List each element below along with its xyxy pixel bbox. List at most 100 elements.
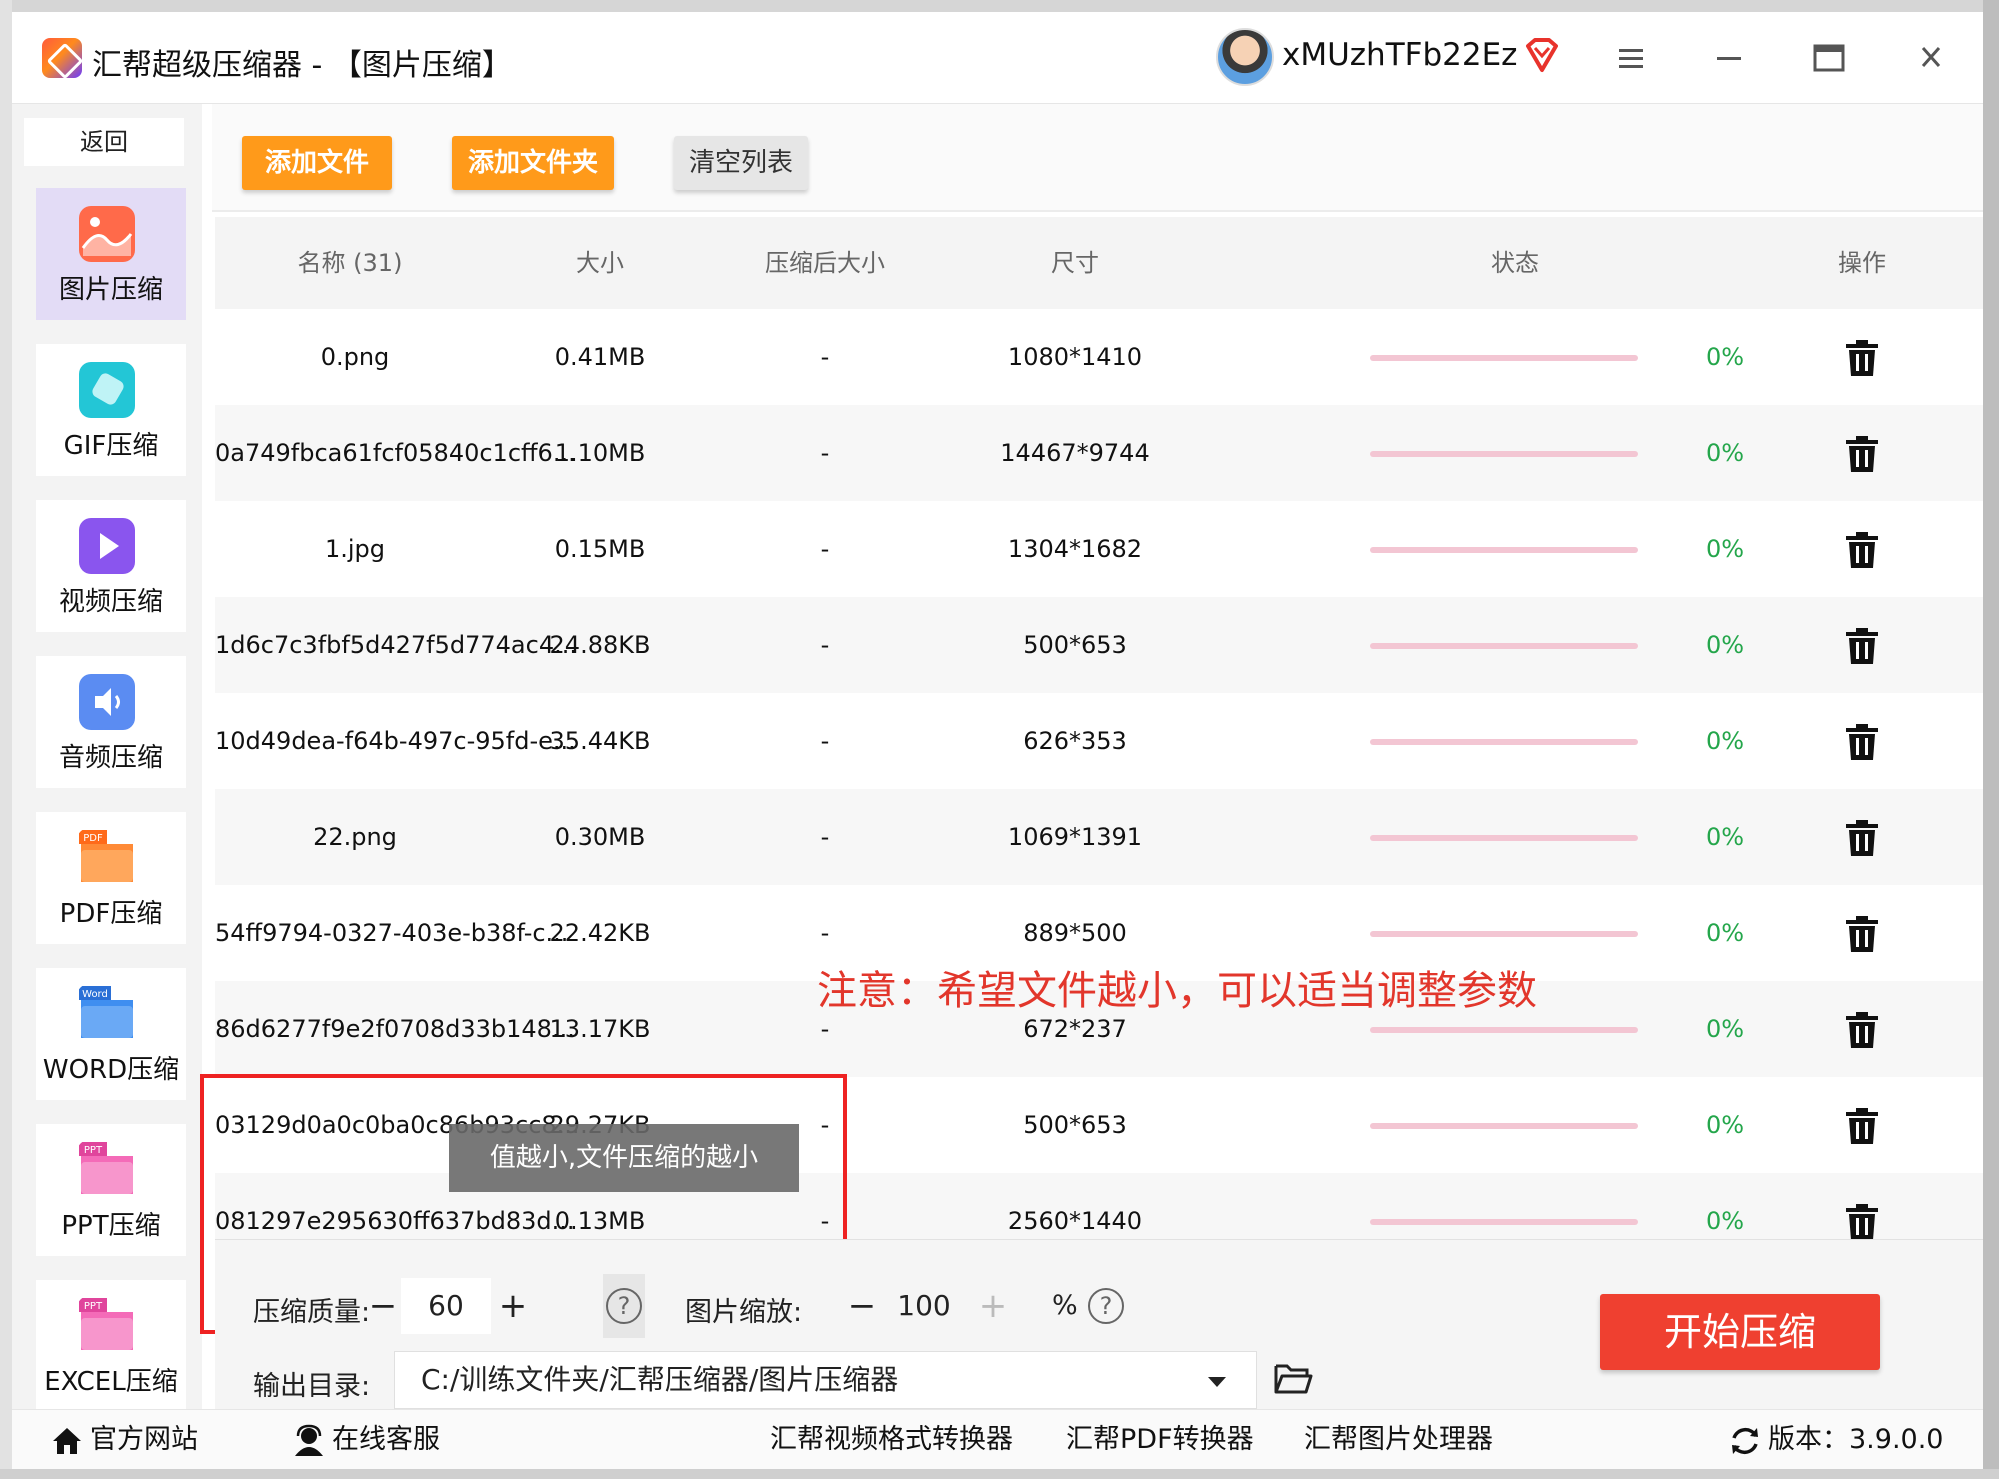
dimensions: 500*653 xyxy=(1023,1111,1127,1139)
sidebar-item-audio-compress[interactable]: 音频压缩 xyxy=(36,656,186,788)
sidebar-item-label: 音频压缩 xyxy=(58,743,163,773)
menu-icon[interactable] xyxy=(1608,40,1654,76)
trash-icon[interactable] xyxy=(1844,723,1880,761)
trash-icon[interactable] xyxy=(1844,1203,1880,1239)
scale-increase-button[interactable]: + xyxy=(973,1286,1013,1326)
trash-icon[interactable] xyxy=(1844,915,1880,953)
sidebar-item-excel-compress[interactable]: PPT EXCEL压缩 xyxy=(36,1280,186,1412)
progress-percent: 0% xyxy=(1705,631,1745,659)
file-name: 86d6277f9e2f0708d33b148... xyxy=(215,1015,575,1043)
chevron-down-icon[interactable] xyxy=(1208,1377,1226,1387)
online-service-label: 在线客服 xyxy=(332,1424,440,1455)
table-row[interactable]: 0a749fbca61fcf05840c1cff6... 1.10MB - 14467… xyxy=(215,405,1983,501)
toolbar: 添加文件 添加文件夹 清空列表 xyxy=(212,104,1983,212)
pdf-converter-link[interactable]: 汇帮PDF转换器 xyxy=(1066,1410,1254,1469)
dimensions: 626*353 xyxy=(1023,727,1127,755)
user-avatar[interactable] xyxy=(1216,28,1274,86)
file-size: 0.30MB xyxy=(554,823,646,851)
app-title: 汇帮超级压缩器 - 【图片压缩】 xyxy=(92,48,512,83)
vip-diamond-icon[interactable] xyxy=(1522,36,1562,76)
sidebar-item-ppt-compress[interactable]: PPT PPT压缩 xyxy=(36,1124,186,1256)
header-dimensions[interactable]: 尺寸 xyxy=(975,217,1175,309)
background-strip-bottom xyxy=(0,1469,1999,1479)
username[interactable]: xMUzhTFb22Ez xyxy=(1282,37,1517,73)
trash-icon[interactable] xyxy=(1844,531,1880,569)
scale-label: 图片缩放: xyxy=(685,1297,803,1328)
progress-bar xyxy=(1370,835,1638,841)
progress-bar xyxy=(1370,1123,1638,1129)
header-compressed-size[interactable]: 压缩后大小 xyxy=(715,217,935,309)
quality-help-icon[interactable]: ? xyxy=(606,1288,642,1324)
trash-icon[interactable] xyxy=(1844,1107,1880,1145)
quality-input[interactable]: 60 xyxy=(401,1278,491,1334)
official-site-label: 官方网站 xyxy=(90,1424,198,1455)
file-size: 35.44KB xyxy=(549,727,651,755)
quality-decrease-button[interactable]: − xyxy=(363,1286,403,1326)
file-name: 54ff9794-0327-403e-b38f-c... xyxy=(215,919,569,947)
scale-unit: % xyxy=(1052,1290,1078,1321)
scale-input[interactable]: 100 xyxy=(879,1278,969,1334)
video-icon xyxy=(79,518,135,574)
excel-icon: PPT xyxy=(79,1298,133,1350)
sidebar-item-label: 视频压缩 xyxy=(58,587,163,617)
gif-icon xyxy=(79,362,135,418)
back-button[interactable]: 返回 xyxy=(24,118,184,166)
table-row[interactable]: 10d49dea-f64b-497c-95fd-e... 35.44KB - 626*… xyxy=(215,693,1983,789)
sidebar-item-label: EXCEL压缩 xyxy=(44,1367,178,1397)
version-info[interactable]: 版本：3.9.0.0 xyxy=(1728,1410,1943,1469)
refresh-icon xyxy=(1732,1427,1758,1454)
file-name: 0a749fbca61fcf05840c1cff6... xyxy=(215,439,576,467)
progress-bar xyxy=(1370,1027,1638,1033)
ppt-badge: PPT xyxy=(84,1145,103,1156)
table-row[interactable]: 22.png 0.30MB - 1069*1391 0% xyxy=(215,789,1983,885)
scale-help-icon[interactable]: ? xyxy=(1088,1288,1124,1324)
add-folder-button[interactable]: 添加文件夹 xyxy=(452,136,614,190)
table-header: 名称 (31) 大小 压缩后大小 尺寸 状态 操作 xyxy=(215,217,1983,309)
start-compress-button[interactable]: 开始压缩 xyxy=(1600,1294,1880,1370)
video-converter-link[interactable]: 汇帮视频格式转换器 xyxy=(770,1410,1013,1469)
settings-panel: 压缩质量: − 60 + ? 图片缩放: − 100 + % ? 开始压缩 输出… xyxy=(215,1239,1983,1409)
sidebar-item-image-compress[interactable]: 图片压缩 xyxy=(36,188,186,320)
compressed-size: - xyxy=(820,823,830,851)
dimensions: 1304*1682 xyxy=(1007,535,1143,563)
output-dir-select[interactable]: C:/训练文件夹/汇帮压缩器/图片压缩器 xyxy=(394,1351,1257,1409)
sidebar-item-video-compress[interactable]: 视频压缩 xyxy=(36,500,186,632)
quality-increase-button[interactable]: + xyxy=(493,1286,533,1326)
header-size[interactable]: 大小 xyxy=(505,217,695,309)
trash-icon[interactable] xyxy=(1844,819,1880,857)
folder-open-icon[interactable] xyxy=(1273,1358,1313,1398)
home-icon xyxy=(53,1427,81,1454)
table-row[interactable]: 0.png 0.41MB - 1080*1410 0% xyxy=(215,309,1983,405)
sidebar-item-pdf-compress[interactable]: PDF PDF压缩 xyxy=(36,812,186,944)
sidebar-item-label: WORD压缩 xyxy=(42,1055,180,1085)
image-processor-link[interactable]: 汇帮图片处理器 xyxy=(1304,1410,1493,1469)
progress-percent: 0% xyxy=(1705,439,1745,467)
minimize-icon[interactable] xyxy=(1706,40,1752,76)
official-site-link[interactable]: 官方网站 xyxy=(50,1410,198,1469)
add-file-button[interactable]: 添加文件 xyxy=(242,136,392,190)
maximize-icon[interactable] xyxy=(1806,40,1852,76)
trash-icon[interactable] xyxy=(1844,339,1880,377)
sidebar-item-gif-compress[interactable]: GIF压缩 xyxy=(36,344,186,476)
close-icon[interactable] xyxy=(1908,40,1954,76)
progress-percent: 0% xyxy=(1705,727,1745,755)
app-logo-icon xyxy=(42,38,82,78)
table-row[interactable]: 1d6c7c3fbf5d427f5d774ac4... 24.88KB - 500*6… xyxy=(215,597,1983,693)
table-row[interactable]: 1.jpg 0.15MB - 1304*1682 0% xyxy=(215,501,1983,597)
header-name[interactable]: 名称 (31) xyxy=(255,217,445,309)
app-window: 汇帮超级压缩器 - 【图片压缩】 xMUzhTFb22Ez 返回 图片压缩 GI… xyxy=(12,12,1983,1469)
quality-label: 压缩质量: xyxy=(253,1297,371,1328)
file-name: 1d6c7c3fbf5d427f5d774ac4... xyxy=(215,631,577,659)
sidebar-item-word-compress[interactable]: Word WORD压缩 xyxy=(36,968,186,1100)
dimensions: 14467*9744 xyxy=(1000,439,1150,467)
clear-list-button[interactable]: 清空列表 xyxy=(674,136,808,190)
scale-decrease-button[interactable]: − xyxy=(842,1286,882,1326)
trash-icon[interactable] xyxy=(1844,435,1880,473)
online-service-link[interactable]: 在线客服 xyxy=(292,1410,440,1469)
compressed-size: - xyxy=(820,439,830,467)
file-size: 0.15MB xyxy=(554,535,646,563)
trash-icon[interactable] xyxy=(1844,1011,1880,1049)
output-dir-value: C:/训练文件夹/汇帮压缩器/图片压缩器 xyxy=(421,1363,899,1396)
compressed-size: - xyxy=(820,727,830,755)
trash-icon[interactable] xyxy=(1844,627,1880,665)
